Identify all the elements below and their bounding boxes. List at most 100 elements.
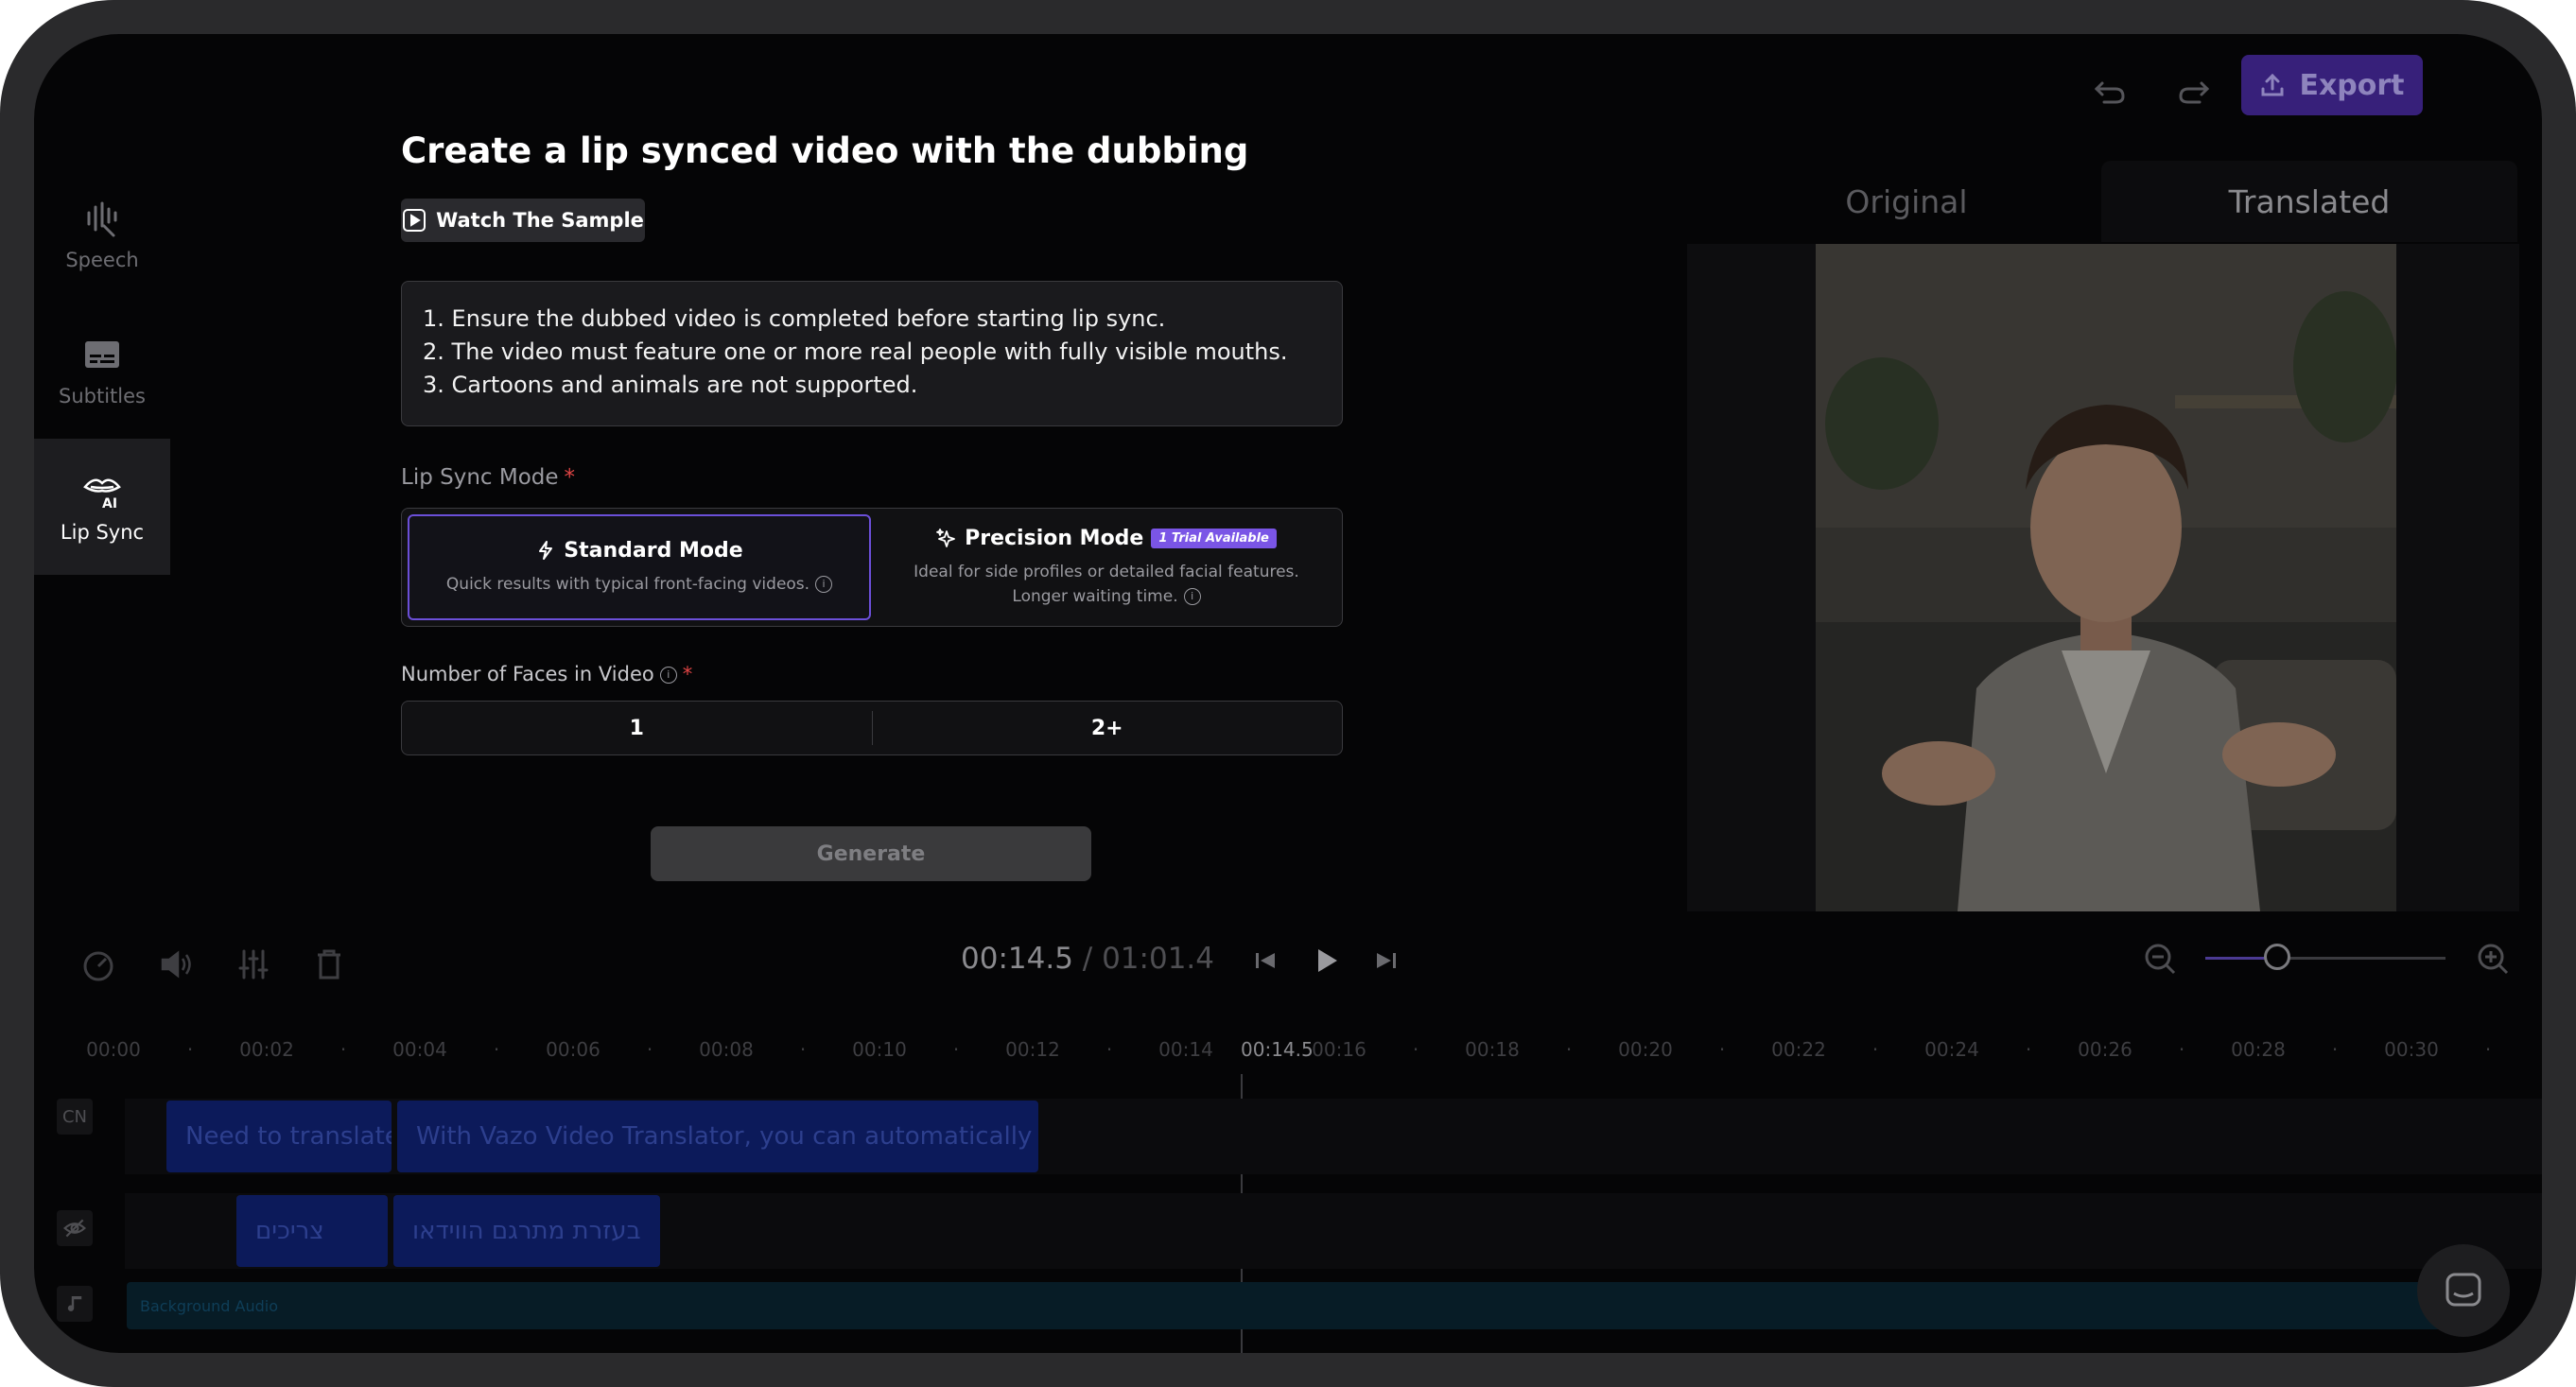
export-label: Export (2299, 68, 2405, 102)
volume-icon[interactable] (157, 945, 195, 983)
undo-icon (2094, 81, 2125, 104)
ruler-tick-dot: · (1718, 1038, 1726, 1061)
instruction-line: 1. Ensure the dubbed video is completed … (423, 305, 1166, 332)
sidebar: Speech Subtitles AI Lip Sync (34, 166, 170, 575)
ruler-tick-label: 00:18 (1465, 1038, 1520, 1061)
current-time: 00:14.5 (961, 942, 1073, 976)
required-mark: * (682, 663, 693, 685)
undo-button[interactable] (2081, 62, 2138, 119)
ruler-tick-dot: · (2178, 1038, 2185, 1061)
subtitle-clip[interactable]: בעזרת מתרגם הווידאו (393, 1195, 660, 1267)
sidebar-item-label: Lip Sync (60, 521, 145, 544)
ruler-tick-label: 00:04 (392, 1038, 447, 1061)
ruler-tick-label: 00:24 (1924, 1038, 1979, 1061)
chat-support-button[interactable] (2417, 1244, 2510, 1337)
ruler-tick-dot: · (1565, 1038, 1573, 1061)
precision-mode-desc: Ideal for side profiles or detailed faci… (914, 562, 1299, 606)
zoom-slider-handle[interactable] (2264, 944, 2291, 970)
generate-button[interactable]: Generate (651, 826, 1091, 881)
instruction-line: 3. Cartoons and animals are not supporte… (423, 372, 918, 398)
ruler-tick-dot: · (1105, 1038, 1113, 1061)
sparkle-icon (936, 529, 956, 547)
required-mark: * (564, 465, 576, 490)
total-time: 01:01.4 (1102, 942, 1214, 976)
ruler-tick-dot: · (952, 1038, 960, 1061)
music-note-icon (57, 1286, 93, 1322)
trial-badge: 1 Trial Available (1151, 528, 1277, 548)
app-screen: Speech Subtitles AI Lip Sync Export Crea… (34, 34, 2542, 1353)
ruler-tick-dot: · (1871, 1038, 1879, 1061)
svg-text:AI: AI (102, 496, 117, 511)
redo-icon (2179, 81, 2210, 104)
faces-option-1[interactable]: 1 (402, 702, 872, 754)
zoom-in-icon[interactable] (2474, 940, 2512, 978)
adjustments-icon[interactable] (235, 945, 272, 983)
faces-selector: 1 2+ (401, 701, 1343, 755)
speech-waveform-icon (87, 201, 117, 237)
ruler-tick-label: 00:26 (2078, 1038, 2132, 1061)
tab-original[interactable]: Original (1689, 161, 2124, 242)
subtitle-clip[interactable]: With Vazo Video Translator, you can auto… (397, 1101, 1038, 1172)
subtitle-clip[interactable]: צריכים (236, 1195, 388, 1267)
precision-mode-title: Precision Mode (965, 526, 1144, 550)
ruler-tick-label: 00:22 (1771, 1038, 1826, 1061)
background-audio-track[interactable]: Background Audio (127, 1282, 2491, 1329)
ruler-tick-label: 00:10 (852, 1038, 907, 1061)
play-icon[interactable] (1307, 942, 1345, 980)
ruler-tick-label: 00:30 (2384, 1038, 2439, 1061)
ruler-tick-dot: · (493, 1038, 500, 1061)
sidebar-item-label: Subtitles (59, 385, 146, 407)
standard-mode-title: Standard Mode (564, 538, 743, 563)
sidebar-item-label: Speech (65, 249, 139, 271)
sidebar-item-speech[interactable]: Speech (34, 166, 170, 303)
info-icon[interactable]: i (659, 667, 677, 684)
faces-label: Number of Faces in Video i * (401, 663, 692, 685)
ruler-tick-label: 00:06 (546, 1038, 600, 1061)
precision-mode-option[interactable]: Precision Mode 1 Trial Available Ideal f… (875, 514, 1338, 620)
ruler-tick-label: 00:20 (1618, 1038, 1673, 1061)
subtitle-clip[interactable]: Need to translate (166, 1101, 392, 1172)
ruler-tick-label: 00:14 (1158, 1038, 1213, 1061)
standard-mode-desc: Quick results with typical front-facing … (445, 574, 810, 594)
ruler-tick-dot: · (186, 1038, 194, 1061)
play-square-icon (403, 209, 426, 232)
video-preview[interactable] (1816, 244, 2396, 911)
ruler-tick-label: 00:16 (1312, 1038, 1366, 1061)
lip-sync-ai-icon: AI (83, 478, 121, 511)
skip-back-icon[interactable] (1246, 942, 1284, 980)
time-separator: / (1072, 942, 1103, 976)
ruler-tick-dot: · (2331, 1038, 2339, 1061)
page-title: Create a lip synced video with the dubbi… (401, 130, 1249, 171)
ruler-tick-dot: · (799, 1038, 807, 1061)
tab-translated[interactable]: Translated (2101, 161, 2517, 242)
lip-sync-mode-label: Lip Sync Mode * (401, 465, 575, 490)
watch-sample-button[interactable]: Watch The Sample (401, 199, 645, 242)
upload-icon (2261, 73, 2284, 96)
standard-mode-option[interactable]: Standard Mode Quick results with typical… (408, 514, 871, 620)
ruler-tick-dot: · (339, 1038, 347, 1061)
faces-label-text: Number of Faces in Video (401, 663, 654, 685)
faces-option-2-plus[interactable]: 2+ (871, 711, 1343, 745)
ruler-tick-label: 00:00 (86, 1038, 141, 1061)
sidebar-item-subtitles[interactable]: Subtitles (34, 303, 170, 439)
speed-gauge-icon[interactable] (79, 945, 117, 983)
ruler-tick-dot: · (1412, 1038, 1419, 1061)
info-icon[interactable]: i (815, 575, 833, 593)
subtitles-icon (85, 341, 119, 368)
redo-button[interactable] (2166, 62, 2222, 119)
sidebar-item-lip-sync[interactable]: AI Lip Sync (34, 439, 170, 575)
video-frame-person (1816, 244, 2396, 911)
ruler-tick-label: 00:28 (2231, 1038, 2286, 1061)
instruction-line: 2. The video must feature one or more re… (423, 338, 1288, 365)
export-button[interactable]: Export (2241, 55, 2423, 115)
info-icon[interactable]: i (1183, 587, 1201, 605)
hidden-eye-icon[interactable] (57, 1210, 93, 1246)
device-frame: Speech Subtitles AI Lip Sync Export Crea… (0, 0, 2576, 1387)
track-language-tag: CN (57, 1099, 93, 1135)
zoom-slider[interactable] (2205, 944, 2445, 970)
trash-icon[interactable] (310, 945, 348, 983)
chat-icon (2445, 1273, 2481, 1307)
timecode: 00:14.5 / 01:01.4 (961, 942, 1214, 976)
skip-forward-icon[interactable] (1367, 942, 1405, 980)
zoom-out-icon[interactable] (2141, 940, 2179, 978)
